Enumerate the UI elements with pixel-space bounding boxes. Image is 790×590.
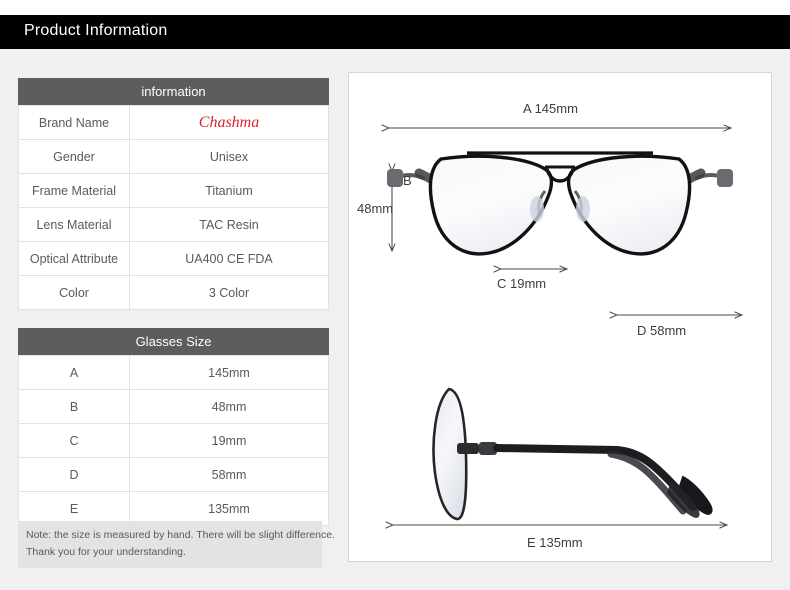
- table-row: B 48mm: [18, 389, 329, 424]
- diagram-canvas: A 145mm B 48mm C 19mm D 58mm E 135mm: [349, 73, 771, 561]
- table-row: Lens Material TAC Resin: [18, 207, 329, 242]
- eyeglasses-front-icon: [387, 151, 733, 256]
- brand-name-text: Chashma: [198, 113, 260, 131]
- table-row: Gender Unisex: [18, 139, 329, 174]
- eyeglasses-side-icon: [432, 387, 713, 521]
- information-table-container: information Brand Name Chashma Gender Un…: [18, 78, 329, 310]
- table-row: A 145mm: [18, 355, 329, 390]
- info-value-gender: Unisex: [129, 139, 329, 174]
- product-information-page: Product Information information Brand Na…: [0, 0, 790, 590]
- table-row: D 58mm: [18, 457, 329, 492]
- info-key-frame-material: Frame Material: [18, 173, 130, 208]
- size-value-c: 19mm: [129, 423, 329, 458]
- glasses-dimension-diagram: [349, 73, 771, 561]
- info-value-color: 3 Color: [129, 275, 329, 310]
- size-key-d: D: [18, 457, 130, 492]
- size-key-b: B: [18, 389, 130, 424]
- info-key-color: Color: [18, 275, 130, 310]
- info-key-gender: Gender: [18, 139, 130, 174]
- size-key-a: A: [18, 355, 130, 390]
- table-row: Brand Name Chashma: [18, 105, 329, 140]
- size-key-c: C: [18, 423, 130, 458]
- info-value-frame-material: Titanium: [129, 173, 329, 208]
- dimension-label-c: C 19mm: [497, 276, 547, 291]
- side-lens: [432, 387, 468, 521]
- glasses-size-table-caption: Glasses Size: [18, 328, 329, 355]
- size-value-a: 145mm: [129, 355, 329, 390]
- diagram-panel: A 145mm B 48mm C 19mm D 58mm E 135mm: [348, 72, 772, 562]
- info-key-brand-name: Brand Name: [18, 105, 130, 140]
- table-row: C 19mm: [18, 423, 329, 458]
- table-row: Frame Material Titanium: [18, 173, 329, 208]
- size-value-b: 48mm: [129, 389, 329, 424]
- size-value-d: 58mm: [129, 457, 329, 492]
- table-row: Optical Attribute UA400 CE FDA: [18, 241, 329, 276]
- table-row: Color 3 Color: [18, 275, 329, 310]
- dimension-label-b-value: 48mm: [357, 201, 394, 216]
- measurement-note: Note: the size is measured by hand. Ther…: [18, 521, 335, 568]
- dimension-label-b-letter: B: [403, 173, 412, 188]
- glasses-size-table: Glasses Size A 145mm B 48mm C 19mm D 58m…: [18, 328, 329, 526]
- info-value-lens-material: TAC Resin: [129, 207, 329, 242]
- measurement-note-line-2: Thank you for your understanding.: [26, 546, 186, 558]
- dimension-label-a: A 145mm: [523, 101, 578, 116]
- info-key-lens-material: Lens Material: [18, 207, 130, 242]
- dimension-label-d: D 58mm: [637, 323, 687, 338]
- dimension-label-e: E 135mm: [527, 535, 583, 550]
- glasses-size-table-container: Glasses Size A 145mm B 48mm C 19mm D 58m…: [18, 328, 329, 526]
- info-value-optical-attribute: UA400 CE FDA: [129, 241, 329, 276]
- information-table-caption: information: [18, 78, 329, 105]
- info-value-brand-name: Chashma: [129, 105, 329, 140]
- info-key-optical-attribute: Optical Attribute: [18, 241, 130, 276]
- information-table: information Brand Name Chashma Gender Un…: [18, 78, 329, 310]
- measurement-note-line-1: Note: the size is measured by hand. Ther…: [26, 529, 335, 541]
- page-title: Product Information: [24, 22, 168, 39]
